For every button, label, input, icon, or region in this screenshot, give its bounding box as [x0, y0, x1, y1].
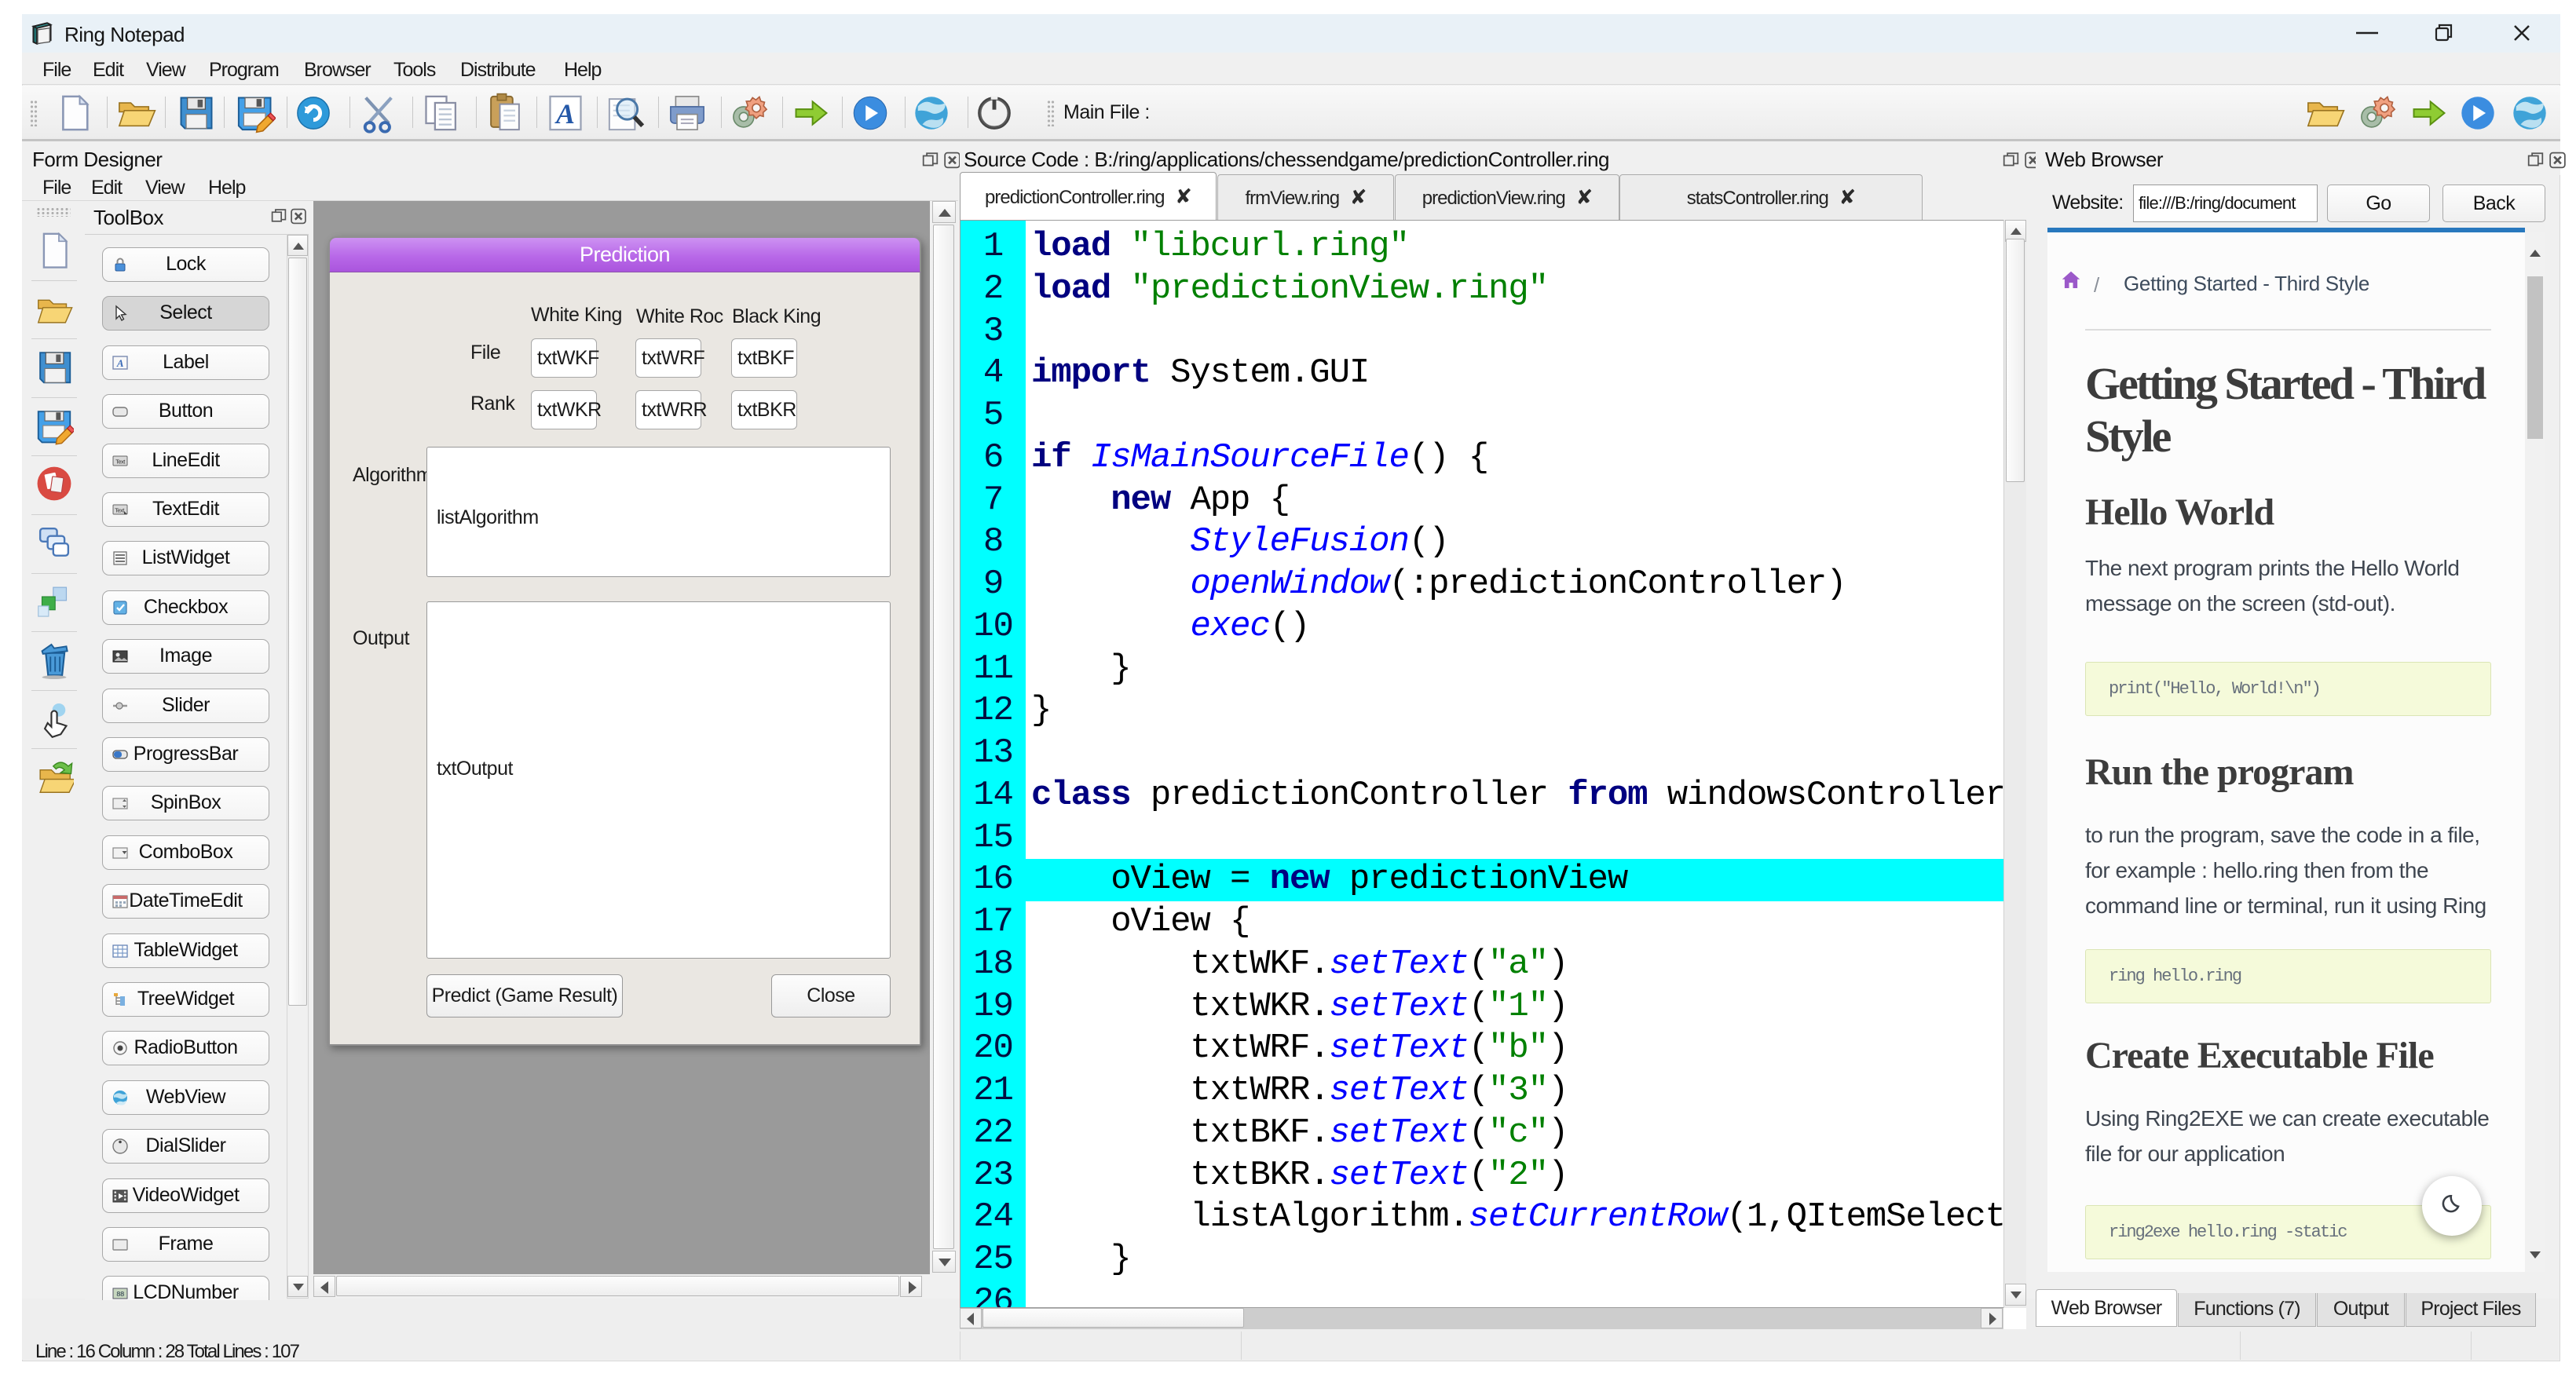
- svg-text:Text: Text: [115, 459, 126, 466]
- svg-text:A: A: [554, 98, 575, 130]
- svg-text:88: 88: [116, 1291, 124, 1299]
- svg-text:Text: Text: [115, 507, 125, 514]
- svg-text:A: A: [116, 357, 124, 369]
